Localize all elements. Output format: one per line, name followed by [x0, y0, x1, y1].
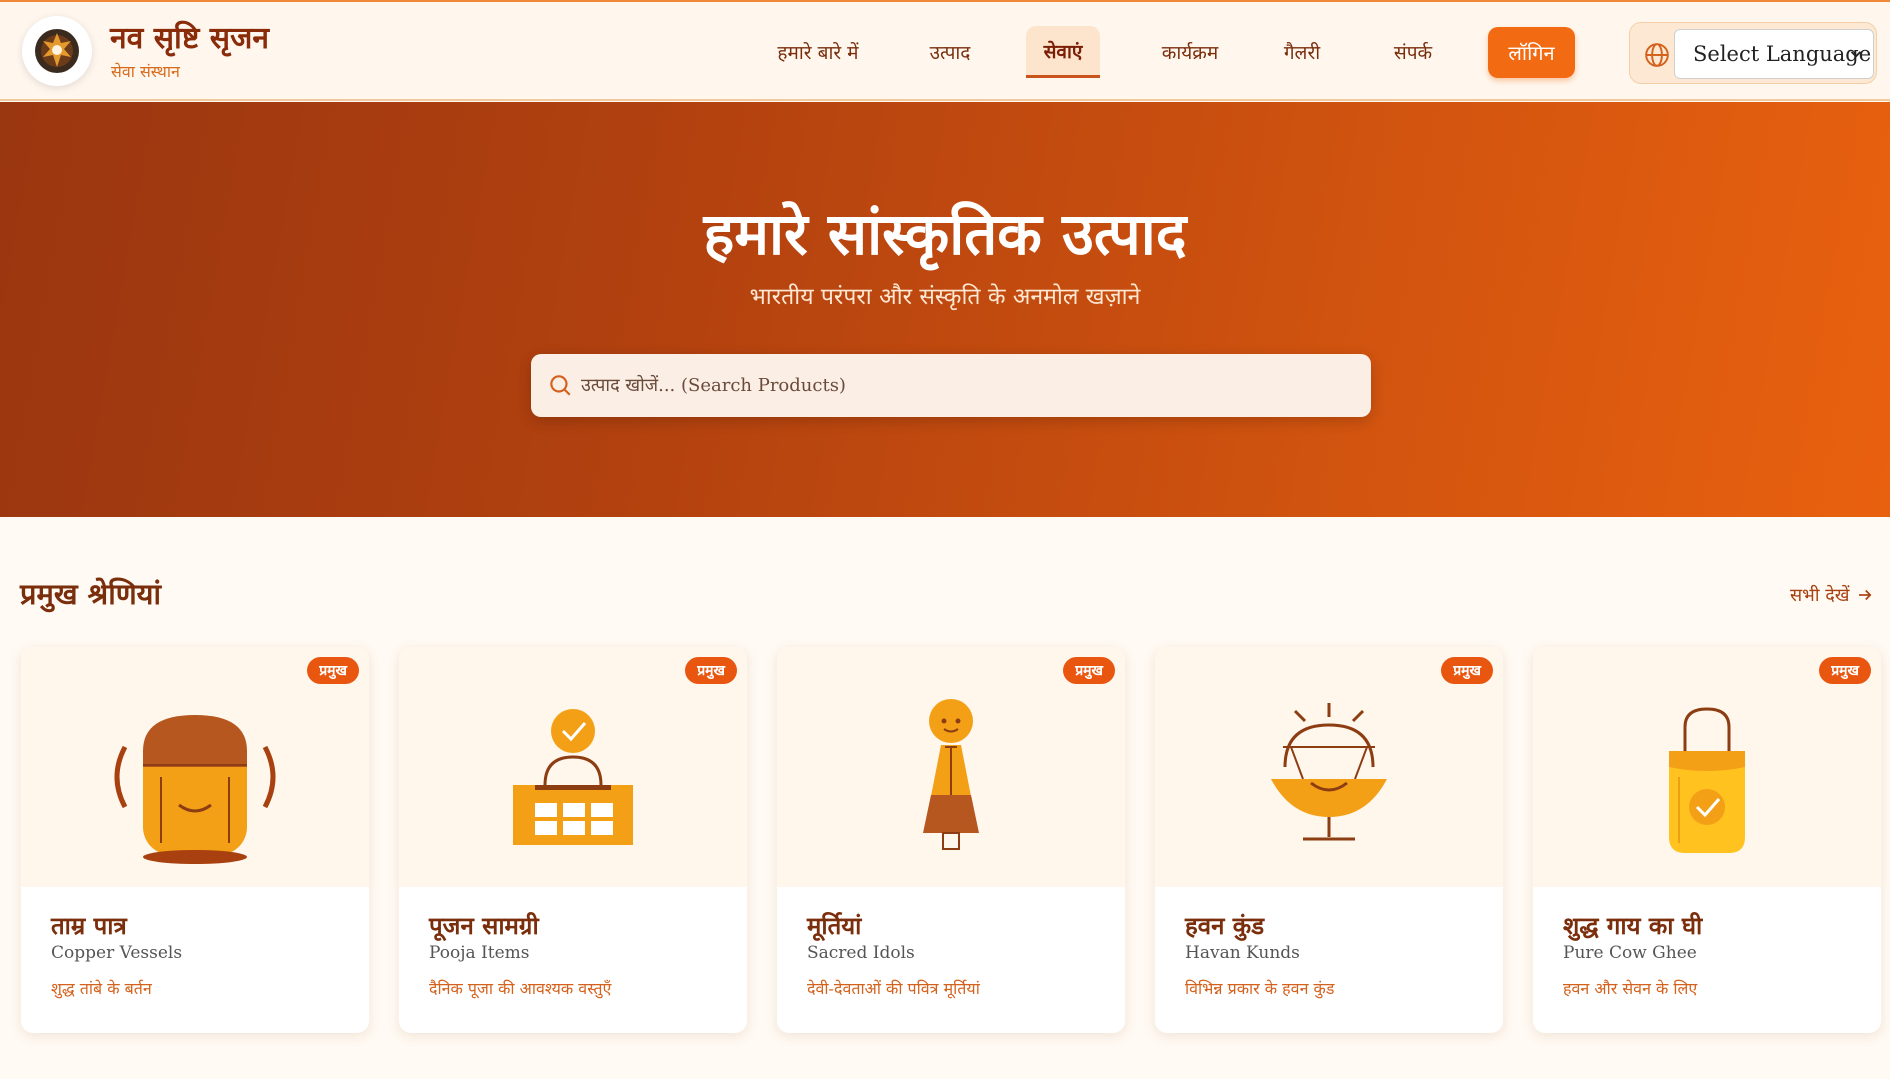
- card-image: प्रमुख: [1533, 647, 1881, 887]
- nav-item-gallery[interactable]: गैलरी: [1270, 26, 1334, 78]
- view-all-label: सभी देखें: [1790, 585, 1850, 606]
- ghee-jar-icon: [1669, 707, 1745, 853]
- chevron-down-icon: [1850, 51, 1862, 58]
- pooja-items-icon: [513, 709, 633, 845]
- search-bar: [531, 354, 1371, 417]
- card-title: शुद्ध गाय का घी: [1563, 912, 1703, 940]
- card-english-title: Sacred Idols: [807, 943, 915, 963]
- brand-title[interactable]: नव सृष्टि सृजन: [110, 16, 269, 57]
- card-title: ताम्र पात्र: [51, 912, 127, 940]
- site-header: नव सृष्टि सृजन सेवा संस्थान हमारे बारे म…: [0, 0, 1890, 101]
- nav-item-services[interactable]: सेवाएं: [1026, 26, 1100, 78]
- card-english-title: Pooja Items: [429, 943, 530, 963]
- language-switcher: Select Language: [1629, 22, 1877, 84]
- language-select-value: Select Language: [1693, 42, 1872, 66]
- card-title: मूर्तियां: [807, 912, 862, 940]
- card-english-title: Copper Vessels: [51, 943, 183, 963]
- havan-kund-icon: [1271, 703, 1387, 841]
- nav-item-products[interactable]: उत्पाद: [908, 26, 992, 78]
- card-english-title: Pure Cow Ghee: [1563, 943, 1697, 963]
- card-title: पूजन सामग्री: [429, 912, 539, 940]
- category-card-pooja-items[interactable]: प्रमुख पूजन सामग्री Pooja Items दैनिक पू…: [399, 647, 747, 1033]
- hero-banner: हमारे सांस्कृतिक उत्पाद भारतीय परंपरा और…: [0, 102, 1890, 517]
- view-all-link[interactable]: सभी देखें: [1790, 583, 1874, 607]
- hero-title: हमारे सांस्कृतिक उत्पाद: [703, 200, 1187, 268]
- card-title: हवन कुंड: [1185, 912, 1265, 940]
- featured-badge: प्रमुख: [1819, 657, 1871, 684]
- category-card-pure-cow-ghee[interactable]: प्रमुख शुद्ध गाय का घी Pure Cow Ghee हवन…: [1533, 647, 1881, 1033]
- globe-icon: [1645, 43, 1669, 67]
- hero-subtitle: भारतीय परंपरा और संस्कृति के अनमोल खज़ान…: [749, 284, 1141, 310]
- login-button[interactable]: लॉगिन: [1488, 27, 1575, 78]
- section-title: प्रमुख श्रेणियां: [20, 577, 162, 611]
- featured-badge: प्रमुख: [685, 657, 737, 684]
- card-description: दैनिक पूजा की आवश्यक वस्तुएँ: [429, 979, 612, 998]
- nav-item-contact[interactable]: संपर्क: [1380, 26, 1446, 78]
- language-select[interactable]: Select Language: [1674, 29, 1874, 79]
- nav-item-about[interactable]: हमारे बारे में: [762, 26, 874, 78]
- logo[interactable]: [22, 16, 92, 86]
- category-card-havan-kunds[interactable]: प्रमुख हवन कुंड Havan Kunds विभिन्न प्रक…: [1155, 647, 1503, 1033]
- brand-subtitle: सेवा संस्थान: [111, 62, 180, 81]
- card-image: प्रमुख: [777, 647, 1125, 887]
- card-description: हवन और सेवन के लिए: [1563, 979, 1698, 998]
- card-description: देवी-देवताओं की पवित्र मूर्तियां: [807, 979, 980, 998]
- category-card-copper-vessels[interactable]: प्रमुख ताम्र पात्र Copper Vessels शुद्ध …: [21, 647, 369, 1033]
- card-image: प्रमुख: [21, 647, 369, 887]
- card-description: विभिन्न प्रकार के हवन कुंड: [1185, 979, 1335, 998]
- emblem-logo-icon: [35, 29, 79, 73]
- nav-item-programs[interactable]: कार्यक्रम: [1140, 26, 1240, 78]
- arrow-right-icon: [1858, 589, 1871, 601]
- category-card-sacred-idols[interactable]: प्रमुख मूर्तियां Sacred Idols देवी-देवता…: [777, 647, 1125, 1033]
- featured-badge: प्रमुख: [1063, 657, 1115, 684]
- card-image: प्रमुख: [399, 647, 747, 887]
- search-icon: [550, 375, 571, 396]
- card-description: शुद्ध तांबे के बर्तन: [51, 979, 152, 998]
- search-input[interactable]: [581, 354, 1351, 417]
- card-image: प्रमुख: [1155, 647, 1503, 887]
- card-english-title: Havan Kunds: [1185, 943, 1300, 963]
- copper-vessel-icon: [114, 715, 276, 864]
- featured-badge: प्रमुख: [307, 657, 359, 684]
- idol-icon: [923, 699, 979, 850]
- featured-badge: प्रमुख: [1441, 657, 1493, 684]
